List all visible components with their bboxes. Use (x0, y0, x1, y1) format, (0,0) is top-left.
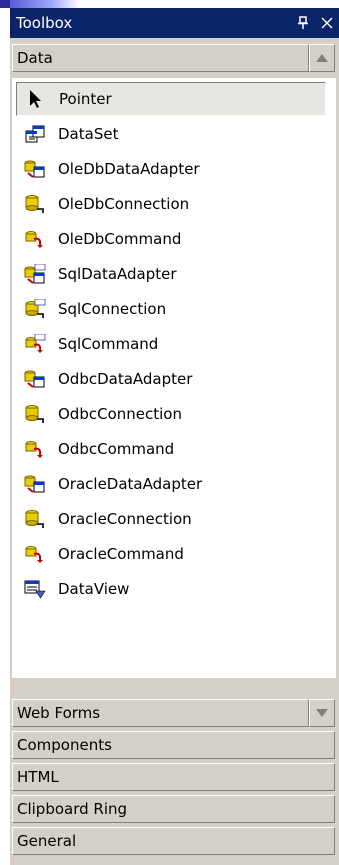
toolbox-item-oledbdataadapter[interactable]: OleDbDataAdapter (16, 152, 326, 186)
top-decoration (0, 0, 339, 8)
tab-clipboard-ring[interactable]: Clipboard Ring (12, 795, 335, 823)
toolbox-item-list: Pointer DataSet OleDbDataAdapter OleDbCo… (12, 78, 336, 678)
command-icon (24, 543, 46, 565)
tab-general-label: General (17, 832, 77, 850)
toolbox-item-dataset[interactable]: DataSet (16, 117, 326, 151)
tab-data-label: Data (17, 49, 53, 67)
top-decoration-gradient (10, 0, 80, 8)
toolbox-item-label: OracleConnection (58, 510, 192, 528)
toolbox-item-label: OracleDataAdapter (58, 475, 203, 493)
toolbox-item-sqlcommand[interactable]: SqlCommand (16, 327, 326, 361)
dataset-icon (24, 123, 46, 145)
toolbox-item-label: OleDbDataAdapter (58, 160, 200, 178)
tab-general[interactable]: General (12, 827, 335, 855)
toolbox-item-label: SqlConnection (58, 300, 167, 318)
toolbox-item-label: DataSet (58, 125, 119, 143)
close-icon (321, 17, 333, 29)
toolbox-title: Toolbox (16, 14, 73, 32)
toolbox-item-sqldataadapter[interactable]: SqlDataAdapter (16, 257, 326, 291)
scroll-down-icon (316, 709, 328, 717)
toolbox-item-oledbconnection[interactable]: OleDbConnection (16, 187, 326, 221)
connection-icon (24, 403, 46, 425)
toolbox-item-odbccommand[interactable]: OdbcCommand (16, 432, 326, 466)
data-adapter-icon (24, 368, 46, 390)
top-decoration-block (0, 0, 10, 8)
connection-icon (24, 193, 46, 215)
scroll-up-button[interactable] (309, 44, 335, 72)
toolbox-item-label: SqlDataAdapter (58, 265, 177, 283)
tab-web-forms[interactable]: Web Forms (12, 699, 309, 727)
sql-command-icon (24, 333, 46, 355)
command-icon (24, 228, 46, 250)
toolbox-item-odbcdataadapter[interactable]: OdbcDataAdapter (16, 362, 326, 396)
sql-connection-icon (24, 298, 46, 320)
data-adapter-icon (24, 158, 46, 180)
toolbox-item-label: OdbcConnection (58, 405, 182, 423)
toolbox-item-label: OleDbCommand (58, 230, 182, 248)
toolbox-titlebar[interactable]: Toolbox (10, 8, 339, 38)
toolbox-item-label: OracleCommand (58, 545, 184, 563)
tab-components-label: Components (17, 736, 112, 754)
toolbox-item-label: Pointer (59, 90, 112, 108)
toolbox-item-label: DataView (58, 580, 130, 598)
data-adapter-icon (24, 473, 46, 495)
pin-icon (298, 16, 308, 29)
toolbox-item-label: OdbcDataAdapter (58, 370, 193, 388)
toolbox-item-sqlconnection[interactable]: SqlConnection (16, 292, 326, 326)
toolbox-item-oracledataadapter[interactable]: OracleDataAdapter (16, 467, 326, 501)
connection-icon (24, 508, 46, 530)
tab-data[interactable]: Data (12, 44, 309, 72)
scroll-up-icon (316, 54, 328, 62)
tab-clipboard-ring-label: Clipboard Ring (17, 800, 128, 818)
toolbox-item-oraclecommand[interactable]: OracleCommand (16, 537, 326, 571)
toolbox-item-dataview[interactable]: DataView (16, 572, 326, 606)
sql-data-adapter-icon (24, 263, 46, 285)
tab-components[interactable]: Components (12, 731, 335, 759)
toolbox-panel: Toolbox Data Pointer DataSet OleDbDataAd… (10, 8, 339, 865)
toolbox-item-label: OdbcCommand (58, 440, 175, 458)
scroll-down-button[interactable] (309, 699, 335, 727)
toolbox-item-label: SqlCommand (58, 335, 159, 353)
tab-html[interactable]: HTML (12, 763, 335, 791)
command-icon (24, 438, 46, 460)
tab-web-forms-label: Web Forms (17, 704, 101, 722)
toolbox-item-label: OleDbConnection (58, 195, 190, 213)
toolbox-item-oledbcommand[interactable]: OleDbCommand (16, 222, 326, 256)
toolbox-item-pointer[interactable]: Pointer (16, 82, 326, 116)
toolbox-item-odbcconnection[interactable]: OdbcConnection (16, 397, 326, 431)
toolbox-item-oracleconnection[interactable]: OracleConnection (16, 502, 326, 536)
close-button[interactable] (315, 8, 339, 38)
pin-button[interactable] (291, 8, 315, 38)
tab-html-label: HTML (17, 768, 59, 786)
dataview-icon (24, 578, 46, 600)
pointer-icon (25, 88, 47, 110)
